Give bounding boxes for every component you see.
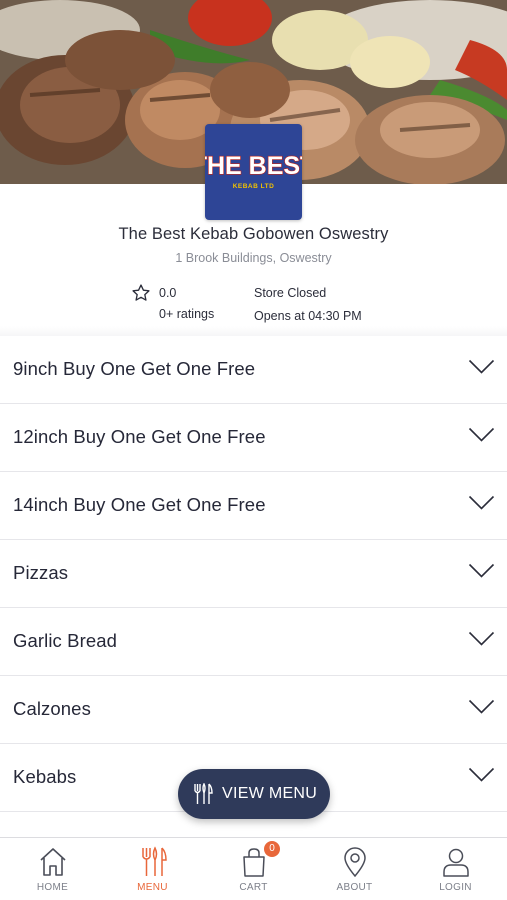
nav-login[interactable]: LOGIN <box>405 838 506 900</box>
home-icon <box>39 848 66 876</box>
nav-about[interactable]: ABOUT <box>304 838 405 900</box>
cutlery-icon <box>194 783 213 804</box>
category-list: 9inch Buy One Get One Free 12inch Buy On… <box>0 336 507 812</box>
category-label: Garlic Bread <box>13 630 118 651</box>
nav-menu-label: MENU <box>137 882 168 893</box>
nav-login-label: LOGIN <box>439 882 472 893</box>
nav-about-label: ABOUT <box>336 882 373 893</box>
category-row-calzones[interactable]: Calzones <box>0 676 507 744</box>
category-label: 9inch Buy One Get One Free <box>13 358 256 379</box>
opening-time: Opens at 04:30 PM <box>254 309 362 323</box>
logo-subtitle: KEBAB LTD <box>233 183 275 190</box>
chevron-down-icon <box>468 767 495 782</box>
nav-home-label: HOME <box>36 882 69 893</box>
store-name: The Best Kebab Gobowen Oswestry <box>118 225 389 243</box>
chevron-down-icon <box>468 495 495 510</box>
nav-cart[interactable]: 0 CART <box>203 838 304 900</box>
logo-title: THE BEST <box>205 152 302 180</box>
ratings-count: 0+ ratings <box>159 307 215 321</box>
store-logo: THE BEST KEBAB LTD <box>205 124 302 220</box>
star-icon <box>132 284 150 301</box>
chevron-down-icon <box>468 563 495 578</box>
category-label: 12inch Buy One Get One Free <box>13 426 266 447</box>
nav-home[interactable]: HOME <box>2 838 103 900</box>
store-status-block: Store Closed Opens at 04:30 PM <box>254 286 362 323</box>
chevron-down-icon <box>468 631 495 646</box>
user-icon <box>442 848 469 877</box>
location-pin-icon <box>343 847 366 878</box>
cart-count-badge: 0 <box>264 841 280 857</box>
category-label: 14inch Buy One Get One Free <box>13 494 266 515</box>
chevron-down-icon <box>468 359 495 374</box>
category-row-garlic-bread[interactable]: Garlic Bread <box>0 608 507 676</box>
rating-value: 0.0 <box>159 286 177 300</box>
category-row-pizzas[interactable]: Pizzas <box>0 540 507 608</box>
chevron-down-icon <box>468 427 495 442</box>
nav-cart-label: CART <box>239 882 268 893</box>
category-label: Pizzas <box>13 562 69 583</box>
category-row-9inch[interactable]: 9inch Buy One Get One Free <box>0 336 507 404</box>
nav-menu[interactable]: MENU <box>102 838 203 900</box>
store-address: 1 Brook Buildings, Oswestry <box>175 251 332 265</box>
chevron-down-icon <box>468 699 495 714</box>
category-label: Calzones <box>13 698 91 719</box>
cutlery-icon <box>141 846 167 876</box>
category-label: Kebabs <box>13 766 77 787</box>
info-divider-shadow <box>0 326 507 336</box>
category-row-12inch[interactable]: 12inch Buy One Get One Free <box>0 404 507 472</box>
bottom-nav: HOME MENU 0 CART ABOUT LOGIN <box>0 837 507 900</box>
store-status: Store Closed <box>254 286 327 300</box>
view-menu-label: VIEW MENU <box>222 785 318 802</box>
view-menu-button[interactable]: VIEW MENU <box>178 769 330 819</box>
category-row-14inch[interactable]: 14inch Buy One Get One Free <box>0 472 507 540</box>
